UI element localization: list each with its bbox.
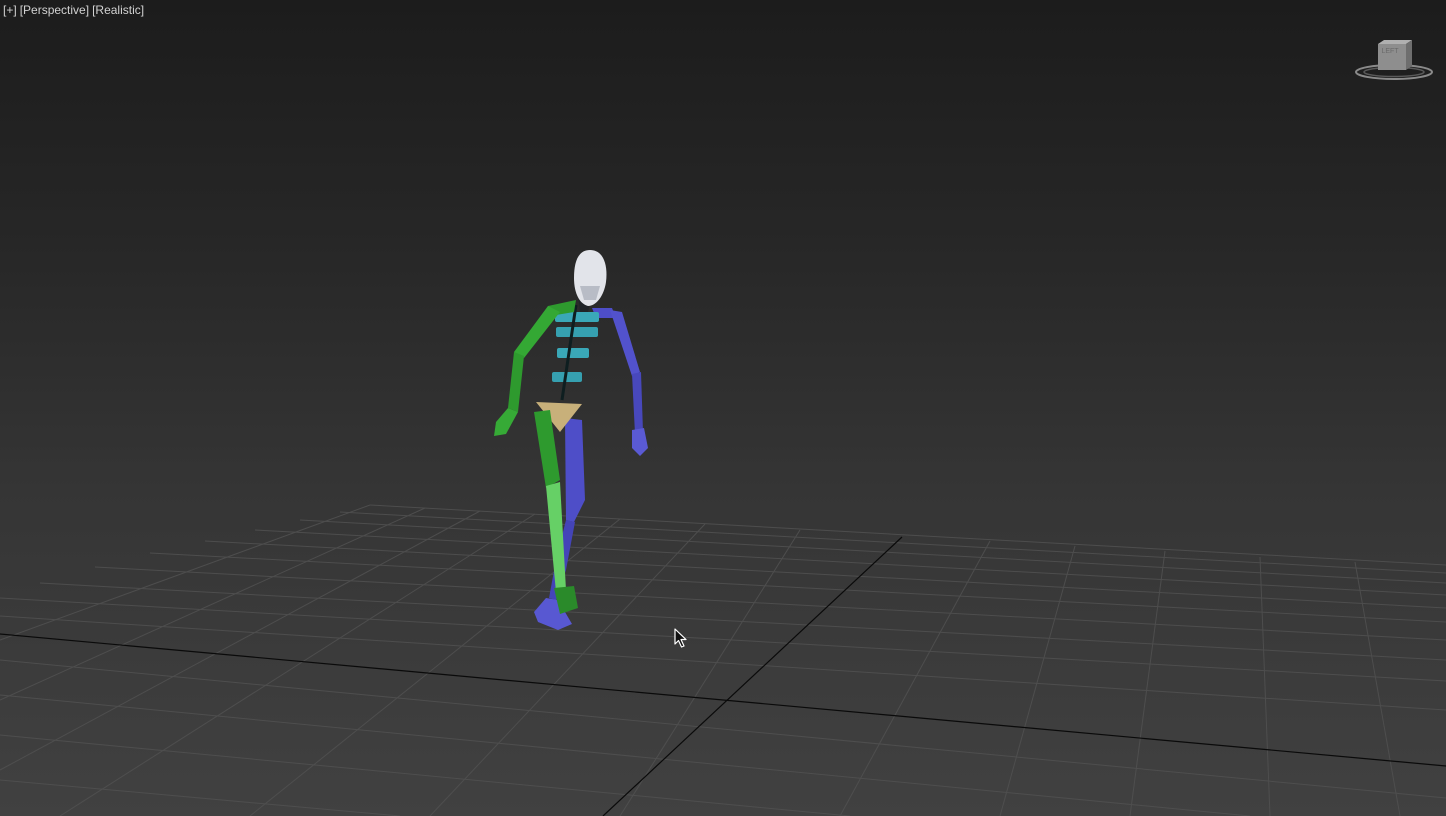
left-hand[interactable] (494, 408, 518, 436)
right-hand[interactable] (632, 428, 648, 456)
scene-canvas (0, 250, 1446, 816)
left-upperarm[interactable] (514, 306, 560, 358)
right-forearm[interactable] (632, 372, 643, 434)
left-forearm[interactable] (508, 352, 524, 412)
perspective-viewport[interactable]: [+] [Perspective] [Realistic] LEFT (0, 0, 1446, 816)
right-thigh[interactable] (565, 418, 585, 522)
viewcube-graphic (1355, 40, 1433, 80)
spine[interactable] (552, 304, 599, 401)
grid-axis-lines (0, 536, 1446, 816)
right-upperarm[interactable] (610, 310, 640, 376)
ground-grid (0, 504, 1446, 816)
arrow-cursor-icon (674, 628, 688, 653)
viewcube-icon[interactable]: LEFT (1352, 36, 1436, 84)
viewcube-face-label: LEFT (1381, 48, 1399, 55)
